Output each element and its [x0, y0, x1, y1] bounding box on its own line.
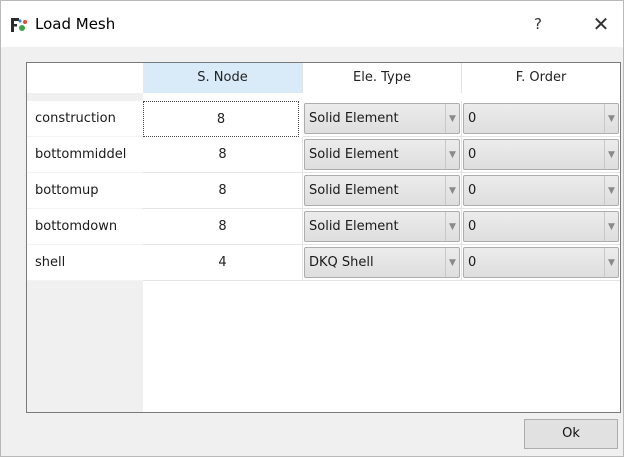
s-node-cell[interactable]: 8	[143, 101, 299, 137]
row-header-bottomdown[interactable]: bottomdown	[27, 209, 143, 245]
f-order-dropdown[interactable]: 0 ▼	[463, 139, 619, 170]
f-order-value: 0	[468, 183, 477, 198]
f-order-dropdown[interactable]: 0 ▼	[463, 103, 619, 134]
dropdown-arrow-icon[interactable]: ▼	[445, 104, 459, 133]
ele-type-cell: Solid Element ▼	[303, 101, 462, 137]
row-header-shell[interactable]: shell	[27, 245, 143, 281]
f-order-value: 0	[468, 255, 477, 270]
table-corner	[27, 63, 143, 93]
dropdown-arrow-icon[interactable]: ▼	[445, 248, 459, 277]
row-header-bottommiddel[interactable]: bottommiddel	[27, 137, 143, 173]
ele-type-value: Solid Element	[309, 219, 399, 234]
f-order-dropdown[interactable]: 0 ▼	[463, 175, 619, 206]
ele-type-dropdown[interactable]: Solid Element ▼	[304, 175, 460, 206]
s-node-cell[interactable]: 8	[143, 209, 303, 245]
s-node-cell[interactable]: 8	[143, 137, 303, 173]
column-header-ele-type[interactable]: Ele. Type	[303, 63, 462, 93]
close-button[interactable]: ✕	[587, 12, 615, 36]
mesh-table: S. Node Ele. Type F. Order construction …	[26, 62, 621, 413]
s-node-cell[interactable]: 8	[143, 173, 303, 209]
dropdown-arrow-icon[interactable]: ▼	[604, 176, 618, 205]
ele-type-dropdown[interactable]: Solid Element ▼	[304, 139, 460, 170]
ele-type-value: Solid Element	[309, 183, 399, 198]
ele-type-dropdown[interactable]: Solid Element ▼	[304, 103, 460, 134]
f-order-dropdown[interactable]: 0 ▼	[463, 211, 619, 242]
s-node-cell[interactable]: 4	[143, 245, 303, 281]
ele-type-cell: Solid Element ▼	[303, 173, 462, 209]
dialog-title: Load Mesh	[35, 15, 116, 33]
f-order-value: 0	[468, 147, 477, 162]
row-header-bottomup[interactable]: bottomup	[27, 173, 143, 209]
load-mesh-dialog: Load Mesh ? ✕ S. Node Ele. Type F. Order…	[0, 0, 624, 457]
ele-type-value: Solid Element	[309, 147, 399, 162]
ele-type-value: DKQ Shell	[309, 255, 374, 270]
dropdown-arrow-icon[interactable]: ▼	[445, 140, 459, 169]
dropdown-arrow-icon[interactable]: ▼	[604, 212, 618, 241]
dropdown-arrow-icon[interactable]: ▼	[604, 140, 618, 169]
f-order-cell: 0 ▼	[462, 101, 620, 137]
column-header-s-node[interactable]: S. Node	[143, 63, 303, 93]
row-header-construction[interactable]: construction	[27, 101, 143, 137]
title-bar[interactable]: Load Mesh ? ✕	[1, 1, 623, 47]
f-order-value: 0	[468, 219, 477, 234]
f-order-dropdown[interactable]: 0 ▼	[463, 247, 619, 278]
help-button[interactable]: ?	[528, 14, 548, 34]
f-order-cell: 0 ▼	[462, 137, 620, 173]
ele-type-dropdown[interactable]: Solid Element ▼	[304, 211, 460, 242]
f-order-cell: 0 ▼	[462, 209, 620, 245]
f-order-cell: 0 ▼	[462, 245, 620, 281]
f-order-cell: 0 ▼	[462, 173, 620, 209]
app-logo-icon	[11, 18, 27, 32]
dropdown-arrow-icon[interactable]: ▼	[445, 176, 459, 205]
f-order-value: 0	[468, 111, 477, 126]
ele-type-dropdown[interactable]: DKQ Shell ▼	[304, 247, 460, 278]
ele-type-value: Solid Element	[309, 111, 399, 126]
ok-button[interactable]: Ok	[524, 419, 618, 449]
dropdown-arrow-icon[interactable]: ▼	[445, 212, 459, 241]
dropdown-arrow-icon[interactable]: ▼	[604, 104, 618, 133]
ele-type-cell: Solid Element ▼	[303, 209, 462, 245]
column-header-f-order[interactable]: F. Order	[462, 63, 620, 93]
ele-type-cell: DKQ Shell ▼	[303, 245, 462, 281]
dropdown-arrow-icon[interactable]: ▼	[604, 248, 618, 277]
ele-type-cell: Solid Element ▼	[303, 137, 462, 173]
